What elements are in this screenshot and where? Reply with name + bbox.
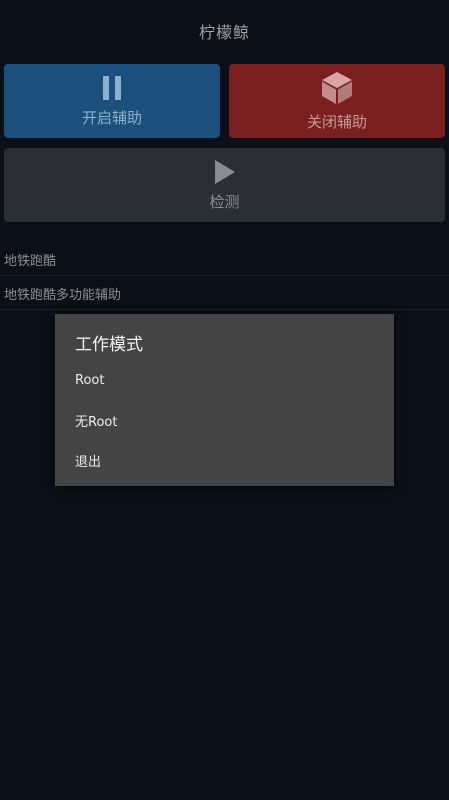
dialog-title: 工作模式 (75, 335, 143, 355)
app-title: 柠檬鲸 (198, 23, 250, 42)
start-assist-label: 开启辅助 (81, 108, 142, 127)
game-list: 地铁跑酷 地铁跑酷多功能辅助 (0, 244, 449, 310)
list-item[interactable]: 地铁跑酷 (0, 244, 449, 276)
option-root[interactable]: Root (55, 362, 394, 398)
detect-label: 检测 (209, 192, 240, 211)
play-icon (214, 159, 235, 184)
app-screen: 柠檬鲸 开启辅助 关闭辅助 检测 地铁跑酷 地铁跑酷多功能辅助 工作模式 Roo… (0, 0, 449, 800)
option-no-root[interactable]: 无Root (55, 402, 394, 438)
list-item[interactable]: 地铁跑酷多功能辅助 (0, 278, 449, 310)
stop-assist-label: 关闭辅助 (306, 112, 367, 131)
detect-button[interactable]: 检测 (4, 148, 445, 222)
pause-icon (103, 75, 121, 100)
title-bar: 柠檬鲸 (0, 0, 449, 62)
stop-assist-button[interactable]: 关闭辅助 (229, 64, 445, 138)
option-exit[interactable]: 退出 (55, 442, 394, 478)
work-mode-dialog: 工作模式 Root 无Root 退出 (55, 314, 394, 486)
start-assist-button[interactable]: 开启辅助 (4, 64, 220, 138)
cube-icon (322, 71, 352, 104)
